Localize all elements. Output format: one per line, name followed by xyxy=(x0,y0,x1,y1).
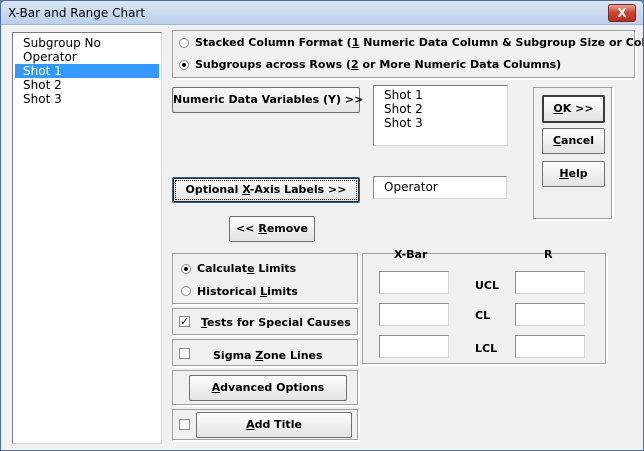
variable-item[interactable]: Shot 3 xyxy=(15,92,159,106)
ucl-label: UCL xyxy=(475,279,500,292)
remove-button[interactable]: << Remove xyxy=(229,216,315,242)
numeric-data-variables-button[interactable]: Numeric Data Variables (Y) >> xyxy=(172,87,363,113)
ok-button[interactable]: OK >> xyxy=(542,95,605,123)
numeric-variables-listbox[interactable]: Shot 1 Shot 2 Shot 3 xyxy=(373,85,508,146)
stacked-format-radio[interactable] xyxy=(179,38,189,48)
dialog-client-area: Subgroup No Operator Shot 1 Shot 2 Shot … xyxy=(1,26,643,450)
cl-label: CL xyxy=(475,309,491,322)
xaxis-labels-field[interactable]: Operator xyxy=(373,176,507,199)
r-lcl-field[interactable] xyxy=(515,335,585,358)
special-causes-label[interactable]: Tests for Special Causes xyxy=(201,316,351,329)
lcl-label: LCL xyxy=(475,342,498,355)
variables-listbox[interactable]: Subgroup No Operator Shot 1 Shot 2 Shot … xyxy=(12,32,162,444)
numeric-variable-item[interactable]: Shot 2 xyxy=(376,102,505,116)
historical-limits-radio[interactable] xyxy=(181,286,191,296)
special-causes-checkbox[interactable]: ✓ xyxy=(179,316,190,327)
r-column-header: R xyxy=(544,248,553,261)
close-button[interactable]: X xyxy=(608,4,636,22)
help-button[interactable]: Help xyxy=(542,161,605,187)
dialog-window: X-Bar and Range Chart X Subgroup No Oper… xyxy=(0,0,644,451)
variable-item[interactable]: Operator xyxy=(15,50,159,64)
numeric-variable-item[interactable]: Shot 1 xyxy=(376,88,505,102)
xbar-column-header: X-Bar xyxy=(394,248,428,261)
r-cl-field[interactable] xyxy=(515,303,585,326)
title-bar: X-Bar and Range Chart X xyxy=(1,1,643,25)
variable-item[interactable]: Subgroup No xyxy=(15,36,159,50)
window-title: X-Bar and Range Chart xyxy=(8,6,146,20)
optional-xaxis-labels-button[interactable]: Optional X-Axis Labels >> xyxy=(172,177,360,203)
rows-format-label[interactable]: Subgroups across Rows (2 or More Numeric… xyxy=(195,58,561,71)
stacked-format-label[interactable]: Stacked Column Format (1 Numeric Data Co… xyxy=(195,36,643,49)
sigma-zone-checkbox[interactable] xyxy=(179,348,190,359)
xbar-cl-field[interactable] xyxy=(379,303,449,326)
sigma-zone-label[interactable]: Sigma Zone Lines xyxy=(213,349,323,362)
variable-item[interactable]: Shot 2 xyxy=(15,78,159,92)
calculate-limits-radio[interactable] xyxy=(181,264,191,274)
advanced-options-button[interactable]: Advanced Options xyxy=(189,375,347,401)
rows-format-radio[interactable] xyxy=(179,60,189,70)
r-ucl-field[interactable] xyxy=(515,271,585,294)
numeric-variable-item[interactable]: Shot 3 xyxy=(376,116,505,130)
variable-item-selected[interactable]: Shot 1 xyxy=(15,64,159,78)
cancel-button[interactable]: Cancel xyxy=(542,128,605,154)
historical-limits-label[interactable]: Historical Limits xyxy=(197,285,298,298)
calculate-limits-label[interactable]: Calculate Limits xyxy=(197,262,296,275)
add-title-button[interactable]: Add Title xyxy=(196,412,352,438)
add-title-checkbox[interactable] xyxy=(179,419,190,430)
xbar-ucl-field[interactable] xyxy=(379,271,449,294)
xbar-lcl-field[interactable] xyxy=(379,335,449,358)
